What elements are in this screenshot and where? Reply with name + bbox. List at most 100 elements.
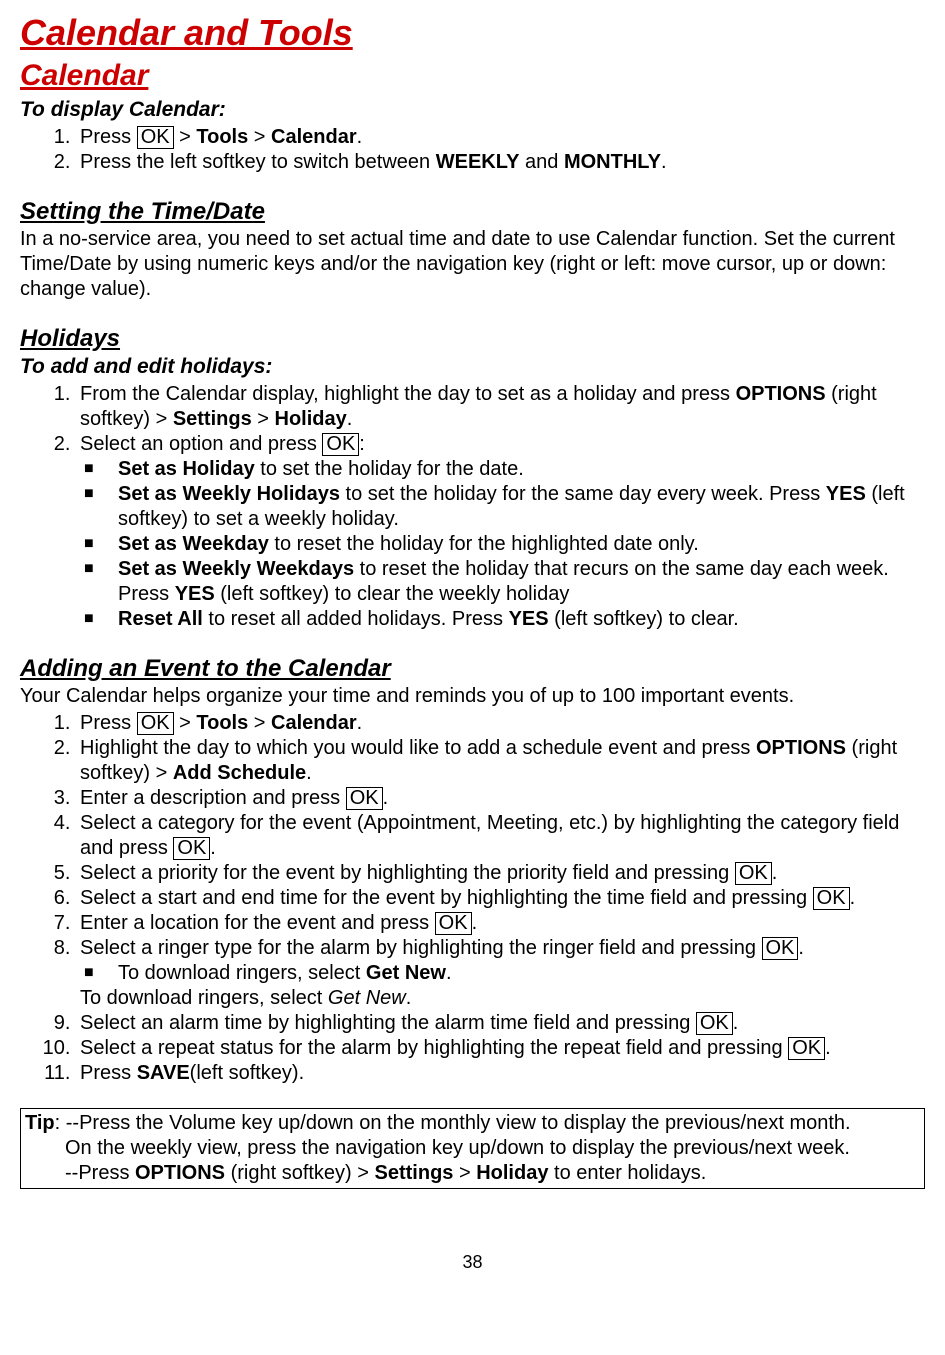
bold-text: YES [175,583,215,605]
text: . [661,151,667,173]
bold-text: Set as Holiday [118,458,255,480]
ok-key: OK [173,837,210,860]
tip-box: Tip: --Press the Volume key up/down on t… [20,1108,925,1189]
section-heading-add-event: Adding an Event to the Calendar [20,654,925,684]
text: To download ringers, select [118,962,366,984]
text: Enter a description and press [80,787,346,809]
list-item: Highlight the day to which you would lik… [76,736,925,786]
bold-text: Settings [375,1162,454,1184]
text: Select a repeat status for the alarm by … [80,1037,788,1059]
text: > [248,712,271,734]
paragraph: In a no-service area, you need to set ac… [20,227,925,302]
ordered-list: Press OK > Tools > Calendar. Press the l… [20,125,925,175]
list-item: Select a ringer type for the alarm by hi… [76,936,925,1011]
text: to set the holiday for the same day ever… [340,483,826,505]
text: Enter a location for the event and press [80,912,435,934]
italic-text: Get New [328,987,406,1009]
list-item: Press OK > Tools > Calendar. [76,125,925,150]
text: . [210,837,216,859]
bold-text: Tools [196,712,248,734]
list-item: Set as Holiday to set the holiday for th… [118,457,925,482]
page-title: Calendar and Tools [20,10,925,55]
ok-key: OK [762,937,799,960]
bullet-list: Set as Holiday to set the holiday for th… [80,457,925,632]
list-item: Select a repeat status for the alarm by … [76,1036,925,1061]
bold-text: Tip [25,1112,55,1134]
bold-text: WEEKLY [436,151,520,173]
bold-text: YES [509,608,549,630]
text: . [406,987,412,1009]
bold-text: Get New [366,962,446,984]
bold-text: Holiday [275,408,347,430]
list-item: Press SAVE(left softkey). [76,1061,925,1086]
text: to set the holiday for the date. [255,458,524,480]
text: Press [80,712,137,734]
bold-text: Calendar [271,712,357,734]
text: to reset all added holidays. Press [203,608,509,630]
text: Highlight the day to which you would lik… [80,737,756,759]
list-item: Select a priority for the event by highl… [76,861,925,886]
text: and [519,151,563,173]
text: . [357,126,363,148]
ordered-list: From the Calendar display, highlight the… [20,382,925,632]
ok-key: OK [788,1037,825,1060]
text: > [174,712,197,734]
text: : [359,433,365,455]
text: . [850,887,856,909]
bold-text: OPTIONS [736,383,826,405]
subheading: To display Calendar: [20,97,925,123]
text: to enter holidays. [548,1162,706,1184]
text: Press the left softkey to switch between [80,151,436,173]
list-item: Set as Weekday to reset the holiday for … [118,532,925,557]
text: . [306,762,312,784]
text: On the weekly view, press the navigation… [25,1136,920,1161]
text: . [798,937,804,959]
text: (left softkey) to clear. [549,608,739,630]
list-item: Select an option and press OK: Set as Ho… [76,432,925,632]
text: (left softkey) to clear the weekly holid… [215,583,570,605]
text: Select a priority for the event by highl… [80,862,735,884]
text-line: --Press OPTIONS (right softkey) > Settin… [25,1161,920,1186]
text: : --Press the Volume key up/down on the … [55,1112,851,1134]
subheading: To add and edit holidays: [20,354,925,380]
text: (left softkey). [190,1062,304,1084]
text: to reset the holiday for the highlighted… [269,533,699,555]
list-item: Press the left softkey to switch between… [76,150,925,175]
text: . [446,962,452,984]
text: (right softkey) > [225,1162,375,1184]
bold-text: YES [826,483,866,505]
bold-text: SAVE [137,1062,190,1084]
list-item: Select a start and end time for the even… [76,886,925,911]
text: Select an option and press [80,433,322,455]
list-item: Select an alarm time by highlighting the… [76,1011,925,1036]
text: Press [80,1062,137,1084]
bold-text: Set as Weekly Weekdays [118,558,354,580]
list-item: Press OK > Tools > Calendar. [76,711,925,736]
text: . [772,862,778,884]
text: > [453,1162,476,1184]
bold-text: OPTIONS [135,1162,225,1184]
bold-text: MONTHLY [564,151,661,173]
ok-key: OK [137,126,174,149]
list-item: From the Calendar display, highlight the… [76,382,925,432]
text: > [252,408,275,430]
list-item: Select a category for the event (Appoint… [76,811,925,861]
text: From the Calendar display, highlight the… [80,383,736,405]
text: Press [80,126,137,148]
list-item: To download ringers, select Get New. [118,961,925,986]
list-item: Set as Weekly Weekdays to reset the holi… [118,557,925,607]
bold-text: Holiday [476,1162,548,1184]
text: Select a ringer type for the alarm by hi… [80,937,762,959]
text: . [347,408,353,430]
bold-text: Set as Weekly Holidays [118,483,340,505]
text: To download ringers, select [80,987,328,1009]
text-line: To download ringers, select Get New. [80,986,925,1011]
text: > [174,126,197,148]
bold-text: Settings [173,408,252,430]
ok-key: OK [696,1012,733,1035]
paragraph: Your Calendar helps organize your time a… [20,684,925,709]
ok-key: OK [813,887,850,910]
ok-key: OK [435,912,472,935]
ok-key: OK [735,862,772,885]
bold-text: Set as Weekday [118,533,269,555]
